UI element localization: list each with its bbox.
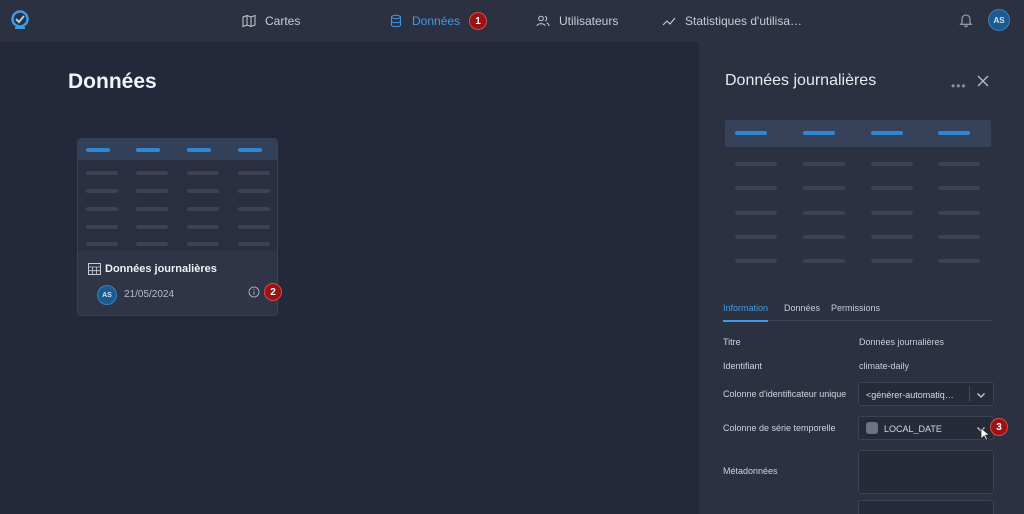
dataset-thumbnail bbox=[78, 139, 277, 251]
user-avatar[interactable]: AS bbox=[988, 9, 1010, 31]
trending-icon bbox=[662, 17, 676, 26]
database-icon bbox=[391, 14, 401, 28]
nav-item-cartes[interactable]: Cartes bbox=[242, 0, 300, 42]
dataset-card[interactable]: Données journalières AS 21/05/2024 2 bbox=[77, 138, 282, 316]
chevron-down-icon bbox=[977, 393, 985, 398]
timeseries-column-select[interactable]: LOCAL_DATE bbox=[858, 416, 994, 440]
nav-item-label: Cartes bbox=[265, 14, 301, 28]
dataset-preview bbox=[725, 120, 991, 280]
unique-column-select[interactable]: <générer-automatiq… bbox=[858, 382, 994, 406]
panel-tabs: Information Données Permissions bbox=[723, 297, 992, 322]
panel-title: Données journalières bbox=[725, 72, 877, 89]
nav-item-label: Statistiques d'utilisa… bbox=[685, 14, 803, 28]
dataset-detail-panel: Données journalières ••• Information Don… bbox=[699, 42, 1024, 514]
title-value: Données journalières bbox=[859, 337, 945, 347]
dataset-card-date: 21/05/2024 bbox=[124, 289, 175, 300]
close-icon[interactable] bbox=[977, 75, 989, 87]
nav-item-donnees[interactable]: Données 1 bbox=[389, 0, 488, 42]
nav-item-label: Données bbox=[412, 14, 461, 28]
timeseries-column-label: Colonne de série temporelle bbox=[723, 423, 836, 433]
page-title: Données bbox=[68, 70, 157, 93]
tab-permissions[interactable]: Permissions bbox=[831, 303, 880, 320]
users-icon bbox=[536, 15, 550, 27]
nav-item-utilisateurs[interactable]: Utilisateurs bbox=[536, 0, 618, 42]
step-badge: 2 bbox=[264, 283, 282, 301]
column-type-icon bbox=[866, 422, 878, 434]
identifier-value: climate-daily bbox=[859, 361, 910, 371]
nav-item-label: Utilisateurs bbox=[559, 14, 619, 28]
mouse-pointer-icon bbox=[980, 427, 990, 441]
more-options-icon[interactable]: ••• bbox=[951, 79, 967, 93]
timeseries-column-value: LOCAL_DATE bbox=[884, 424, 942, 434]
metadata-label: Métadonnées bbox=[723, 466, 778, 476]
nav-item-statistiques[interactable]: Statistiques d'utilisa… bbox=[662, 0, 802, 42]
tab-donnees[interactable]: Données bbox=[784, 303, 820, 320]
dataset-card-title: Données journalières bbox=[105, 263, 217, 275]
identifier-label: Identifiant bbox=[723, 361, 763, 371]
metadata-textarea[interactable] bbox=[858, 450, 994, 494]
unique-column-value: <générer-automatiq… bbox=[866, 390, 954, 400]
bell-icon[interactable] bbox=[958, 12, 974, 28]
unique-column-label: Colonne d'identificateur unique bbox=[723, 389, 847, 399]
step-badge: 3 bbox=[990, 418, 1008, 436]
step-badge: 1 bbox=[469, 12, 488, 30]
next-field-input[interactable] bbox=[858, 500, 994, 514]
map-icon bbox=[242, 14, 256, 28]
owner-avatar: AS bbox=[97, 285, 117, 305]
top-navbar: Cartes Données 1 Utilisateurs Statistiqu… bbox=[0, 0, 1024, 42]
tab-information[interactable]: Information bbox=[723, 303, 769, 322]
info-icon[interactable] bbox=[248, 286, 260, 298]
table-icon bbox=[88, 263, 101, 275]
app-logo-icon[interactable] bbox=[9, 9, 31, 31]
title-label: Titre bbox=[723, 337, 741, 347]
